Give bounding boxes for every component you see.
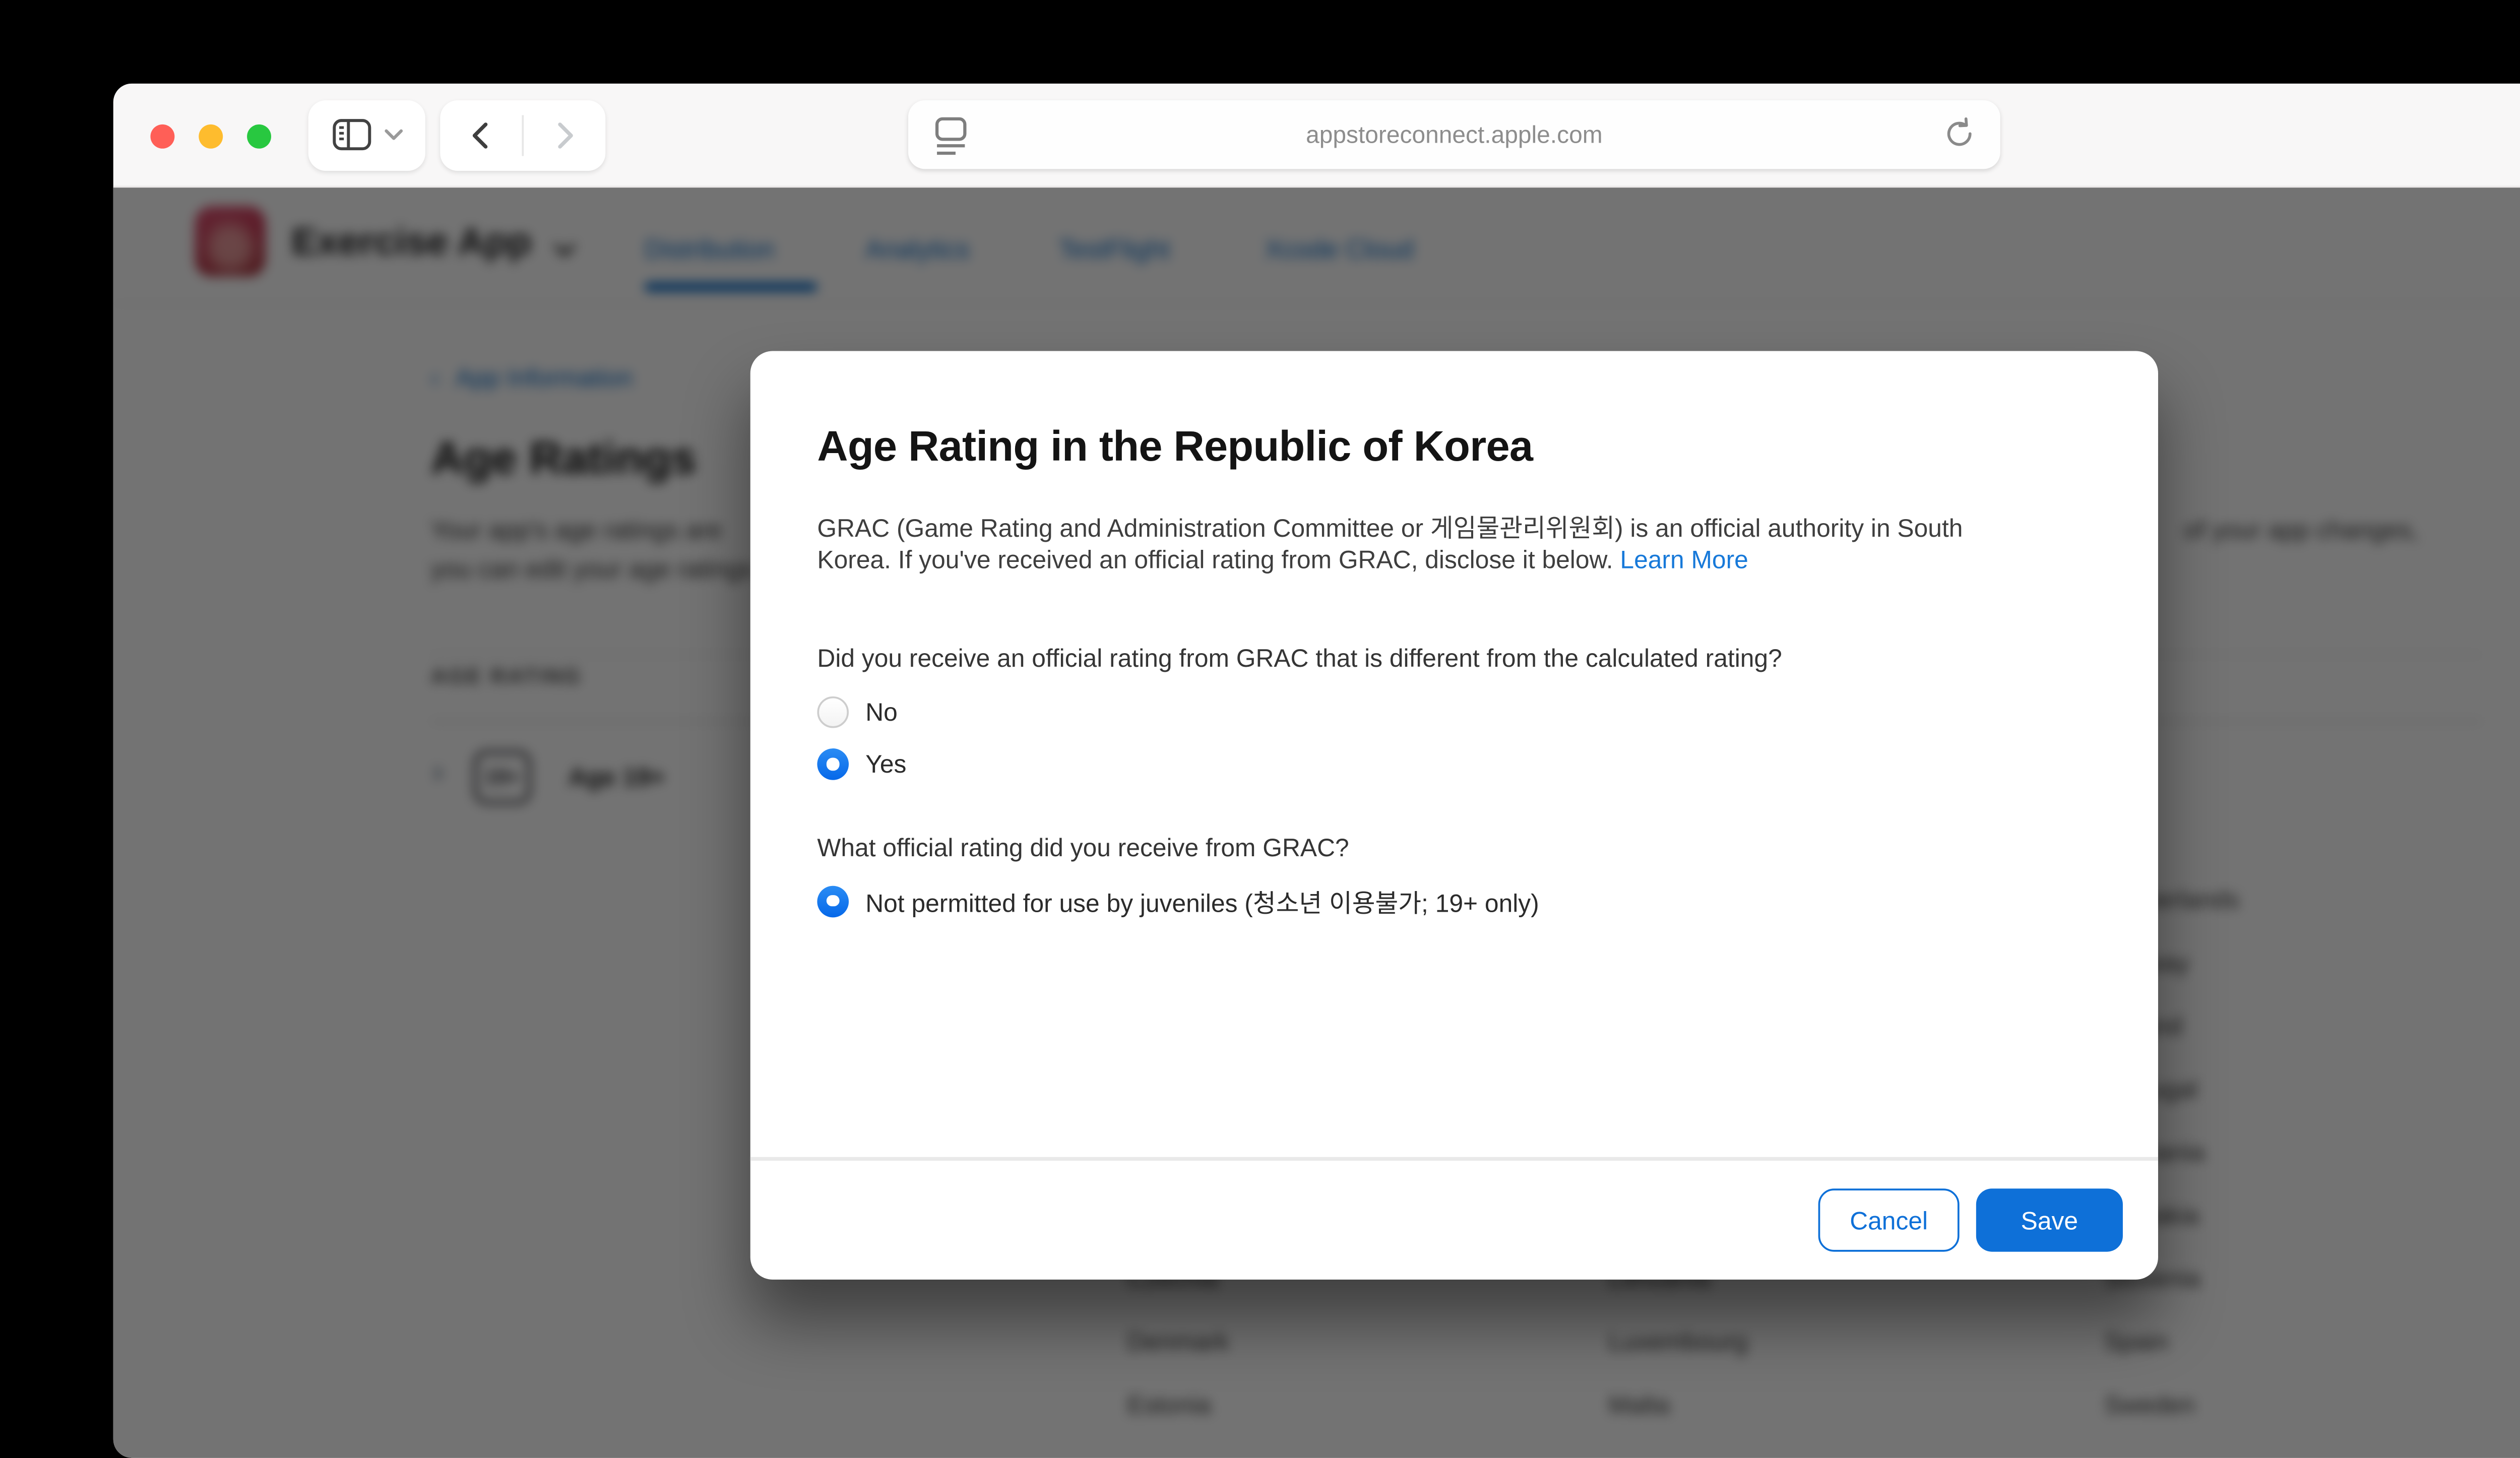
- learn-more-link[interactable]: Learn More: [1620, 545, 1748, 573]
- forward-button[interactable]: [524, 120, 605, 150]
- radio-circle-selected[interactable]: [817, 748, 849, 780]
- web-content: Exercise App Distribution Analytics Test…: [113, 187, 2520, 1458]
- page-format-icon[interactable]: [932, 115, 970, 156]
- history-nav-group: [440, 99, 605, 170]
- radio-circle-selected[interactable]: [817, 885, 849, 917]
- dialog-body-line1: GRAC (Game Rating and Administration Com…: [817, 507, 1963, 544]
- grac-age-rating-dialog: Age Rating in the Republic of Korea GRAC…: [750, 351, 2158, 1279]
- radio-option-yes[interactable]: Yes: [817, 748, 906, 780]
- back-button[interactable]: [440, 120, 522, 150]
- question-official-rating: Did you receive an official rating from …: [817, 645, 1782, 672]
- dialog-body-line2: Korea. If you've received an official ra…: [817, 545, 1748, 573]
- screen: appstoreconnect.apple.com +: [0, 0, 2520, 1441]
- dialog-footer-divider: [750, 1157, 2158, 1160]
- dialog-title: Age Rating in the Republic of Korea: [817, 421, 1533, 471]
- radio-option-not-permitted[interactable]: Not permitted for use by juveniles (청소년 …: [817, 882, 1539, 919]
- sidebar-toggle-button[interactable]: [308, 99, 425, 170]
- browser-toolbar: appstoreconnect.apple.com +: [113, 84, 2520, 187]
- cancel-button[interactable]: Cancel: [1818, 1188, 1960, 1251]
- save-button[interactable]: Save: [1976, 1188, 2123, 1251]
- safari-window: appstoreconnect.apple.com +: [113, 84, 2520, 1458]
- reload-icon[interactable]: [1941, 115, 1978, 152]
- question-which-rating: What official rating did you receive fro…: [817, 834, 1349, 862]
- zoom-window-button[interactable]: [247, 123, 271, 148]
- sidebar-icon: [331, 117, 373, 152]
- minimize-window-button[interactable]: [199, 123, 223, 148]
- url-address-field[interactable]: appstoreconnect.apple.com: [908, 100, 2000, 169]
- url-text: appstoreconnect.apple.com: [1306, 121, 1603, 149]
- chevron-down-icon: [385, 128, 403, 141]
- close-window-button[interactable]: [150, 123, 174, 148]
- radio-circle-unselected[interactable]: [817, 696, 849, 728]
- radio-option-no[interactable]: No: [817, 696, 897, 728]
